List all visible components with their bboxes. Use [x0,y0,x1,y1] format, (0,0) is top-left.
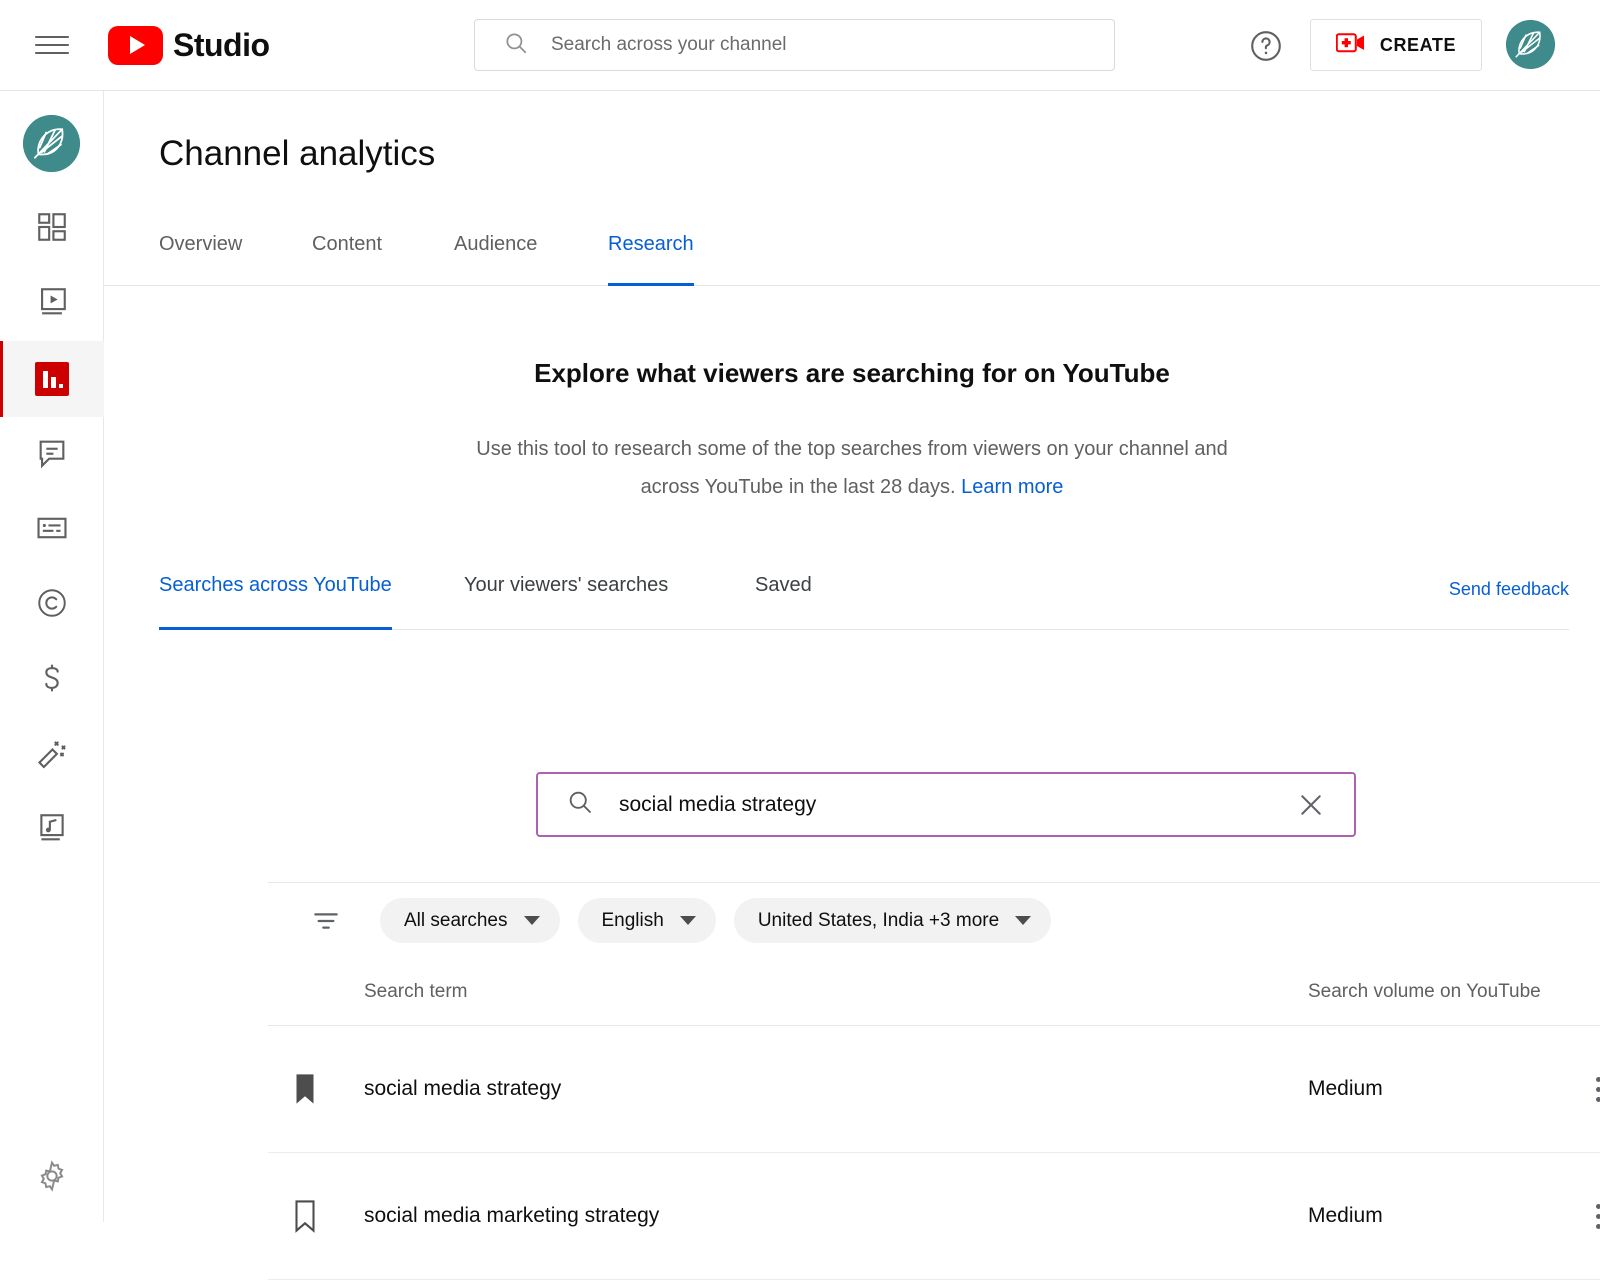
filter-bar: All searches English United States, Indi… [268,882,1600,958]
subtab-searches-across-youtube[interactable]: Searches across YouTube [159,574,392,630]
table-header-row: Search term Search volume on YouTube [268,958,1600,1026]
search-term-text: social media strategy [364,1077,561,1101]
hero-title: Explore what viewers are searching for o… [104,358,1600,389]
filter-chip-regions-label: United States, India +3 more [758,910,999,932]
music-note-icon [35,811,69,850]
learn-more-link[interactable]: Learn more [961,476,1063,498]
filter-lines-icon[interactable] [310,905,342,937]
tab-overview[interactable]: Overview [159,230,242,286]
youtube-studio-logo[interactable]: Studio [108,26,270,65]
sidebar-item-settings[interactable] [0,1148,104,1208]
channel-search-box[interactable] [474,19,1115,71]
search-input[interactable] [551,34,1071,56]
sidebar-channel-avatar[interactable] [23,115,80,172]
dashboard-grid-icon [35,210,69,249]
search-term-text: social media marketing strategy [364,1204,659,1228]
analytics-tabs: Overview Content Audience Research [104,230,1600,286]
video-plus-icon [1336,31,1366,60]
sidebar-item-earn[interactable] [0,642,104,718]
filter-chip-language-label: English [602,910,664,932]
send-feedback-link[interactable]: Send feedback [1449,579,1569,600]
logo-text: Studio [173,27,270,64]
subtab-your-viewers-searches[interactable]: Your viewers' searches [464,574,668,630]
chevron-down-icon [524,916,540,925]
filter-chip-language[interactable]: English [578,898,716,943]
top-app-bar: Studio CREATE [0,0,1600,91]
filter-chip-all-searches[interactable]: All searches [380,898,560,943]
sidebar-item-comments[interactable] [0,417,104,493]
research-subtabs: Searches across YouTube Your viewers' se… [159,574,1569,630]
tab-audience[interactable]: Audience [454,230,537,286]
bookmark-filled-icon[interactable] [290,1072,320,1106]
filter-chip-all-searches-label: All searches [404,910,508,932]
search-volume-value: Medium [1308,1077,1383,1101]
help-circle-icon[interactable] [1248,28,1284,64]
table-row[interactable]: social media marketing strategy Medium [268,1153,1600,1280]
comment-icon [35,436,69,475]
bookmark-outline-icon[interactable] [290,1199,320,1233]
column-header-search-term: Search term [364,981,467,1003]
research-search-box[interactable] [536,772,1356,837]
table-row[interactable]: social media strategy Medium [268,1026,1600,1153]
main-content: Channel analytics Overview Content Audie… [104,91,1600,1222]
gear-icon [35,1159,69,1198]
search-icon [503,30,529,61]
subtab-saved[interactable]: Saved [755,574,812,630]
create-button[interactable]: CREATE [1310,19,1482,71]
hero-description: Use this tool to research some of the to… [452,430,1252,506]
search-results-table: Search term Search volume on YouTube soc… [268,958,1600,1280]
more-vertical-icon[interactable] [1578,1196,1600,1236]
research-search-input[interactable] [619,793,1296,817]
hero-line-1: Use this tool to research some of the to… [476,438,1113,460]
tab-content[interactable]: Content [312,230,382,286]
youtube-play-icon [108,26,163,65]
more-vertical-icon[interactable] [1578,1069,1600,1109]
hamburger-icon[interactable] [28,21,76,69]
sidebar-item-content[interactable] [0,266,104,342]
sidebar-item-customization[interactable] [0,717,104,793]
analytics-bar-icon [35,362,69,396]
filter-chip-regions[interactable]: United States, India +3 more [734,898,1051,943]
sidebar-item-dashboard[interactable] [0,191,104,267]
search-volume-value: Medium [1308,1204,1383,1228]
magic-wand-icon [35,736,69,775]
subtitles-icon [35,511,69,550]
column-header-search-volume: Search volume on YouTube [1308,981,1541,1003]
chevron-down-icon [1015,916,1031,925]
left-nav-rail [0,91,104,1222]
copyright-icon [35,586,69,625]
close-x-icon[interactable] [1296,790,1326,820]
dollar-icon [35,661,69,700]
chevron-down-icon [680,916,696,925]
avatar[interactable] [1506,20,1555,69]
sidebar-item-subtitles[interactable] [0,492,104,568]
page-title: Channel analytics [159,134,435,174]
video-play-icon [35,285,69,324]
create-button-label: CREATE [1380,35,1456,56]
search-icon [566,788,594,821]
sidebar-item-analytics[interactable] [0,341,104,417]
sidebar-item-audio-library[interactable] [0,792,104,868]
sidebar-item-copyright[interactable] [0,567,104,643]
tab-research[interactable]: Research [608,230,694,286]
